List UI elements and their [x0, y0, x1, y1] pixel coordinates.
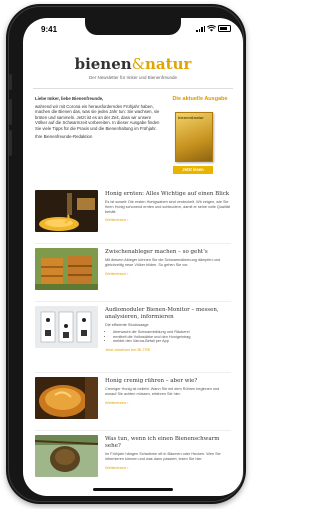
article-title[interactable]: Audiomoduler Bienen-Monitor – messen, an…: [105, 307, 231, 321]
magazine-cover[interactable]: bienen&natur: [175, 112, 213, 162]
article-title[interactable]: Was tun, wenn ich einen Bienenschwarm se…: [105, 436, 231, 450]
brand-logo[interactable]: bienen&natur: [33, 55, 233, 73]
read-now-button[interactable]: Jetzt lesen: [173, 166, 213, 174]
article-text: Honig ernten: Alles Wichtige auf einen B…: [105, 191, 231, 222]
phone-screen: 9:41 bienen&natur Der Newsletter für Imk…: [23, 18, 243, 496]
side-button: [9, 74, 12, 90]
newsletter-header: bienen&natur Der Newsletter für Imker un…: [33, 48, 233, 89]
status-icons: [196, 25, 231, 32]
read-more-link[interactable]: Weiterlesen ›: [105, 271, 231, 276]
article-item: Was tun, wenn ich einen Bienenschwarm se…: [35, 430, 231, 488]
article-text: Zwischenableger machen – so geht’s Mit d…: [105, 249, 231, 276]
article-image-bee-swarm[interactable]: [35, 435, 98, 477]
article-item: Honig ernten: Alles Wichtige auf einen B…: [35, 186, 231, 243]
article-item: Zwischenableger machen – so geht’s Mit d…: [35, 243, 231, 301]
wifi-icon: [207, 25, 216, 32]
battery-icon: [218, 25, 231, 32]
article-text: Honig cremig rühren – aber wie? Cremiger…: [105, 378, 231, 405]
article-title[interactable]: Honig ernten: Alles Wichtige auf einen B…: [105, 191, 231, 198]
article-item: Audiomoduler Bienen-Monitor – messen, an…: [35, 301, 231, 372]
status-bar: 9:41: [23, 25, 243, 39]
feature-item: meldet den Varroa-Befall per App: [113, 339, 231, 344]
promo-title: Die aktuelle Ausgabe: [172, 96, 228, 102]
read-more-link[interactable]: Weiterlesen ›: [105, 465, 231, 470]
article-list: Honig ernten: Alles Wichtige auf einen B…: [35, 186, 231, 488]
magazine-promo[interactable]: Die aktuelle Ausgabe bienen&natur Jetzt …: [169, 96, 231, 188]
home-indicator[interactable]: [93, 488, 173, 491]
intro-text: Liebe Imker, liebe Bienenfreunde, wahren…: [35, 96, 163, 140]
tagline: Der Newsletter für Imker und Bienenfreun…: [88, 75, 178, 80]
read-more-link[interactable]: Weiterlesen ›: [105, 400, 231, 405]
article-title[interactable]: Zwischenableger machen – so geht’s: [105, 249, 231, 256]
phone-frame: 9:41 bienen&natur Der Newsletter für Imk…: [6, 4, 246, 504]
article-description: Es ist soweit: Die ersten Honigwaben sin…: [105, 200, 230, 214]
article-image-beehives[interactable]: [35, 248, 98, 290]
signal-icon: [196, 25, 205, 32]
article-text: Audiomoduler Bienen-Monitor – messen, an…: [105, 307, 231, 352]
article-text: Was tun, wenn ich einen Bienenschwarm se…: [105, 436, 231, 470]
article-title[interactable]: Honig cremig rühren – aber wie?: [105, 378, 231, 385]
article-image-hive-monitor[interactable]: [35, 306, 98, 348]
side-button: [9, 99, 12, 125]
article-description: Cremiger Honig ist beliebt. Wann Sie mit…: [105, 387, 220, 396]
greeting: Liebe Imker, liebe Bienenfreunde,: [35, 96, 104, 101]
intro-body: wahrend wir mit Corona ein herausfordern…: [35, 103, 160, 131]
article-item: Honig cremig rühren – aber wie? Cremiger…: [35, 372, 231, 430]
side-button: [9, 130, 12, 156]
feature-list: überwacht die Schwarmbildung und Räubere…: [113, 330, 231, 344]
signature: Ihre Bienenfreunde-Redaktion: [35, 134, 93, 139]
article-description: Mit diesem Ableger können Sie die Schwar…: [105, 258, 221, 267]
article-description: Die effiziente Stockwaage: [105, 323, 149, 327]
intro-section: Liebe Imker, liebe Bienenfreunde, wahren…: [35, 96, 231, 192]
article-description: Im Frühjahr hängen Schwärme oft in Bäume…: [105, 452, 221, 461]
article-image-cream-honey[interactable]: [35, 377, 98, 419]
product-link[interactable]: Jetzt ansehen bei BI-TRE: [105, 347, 231, 352]
status-time: 9:41: [41, 25, 58, 34]
read-more-link[interactable]: Weiterlesen ›: [105, 217, 231, 222]
article-image-honey-harvest[interactable]: [35, 190, 98, 232]
